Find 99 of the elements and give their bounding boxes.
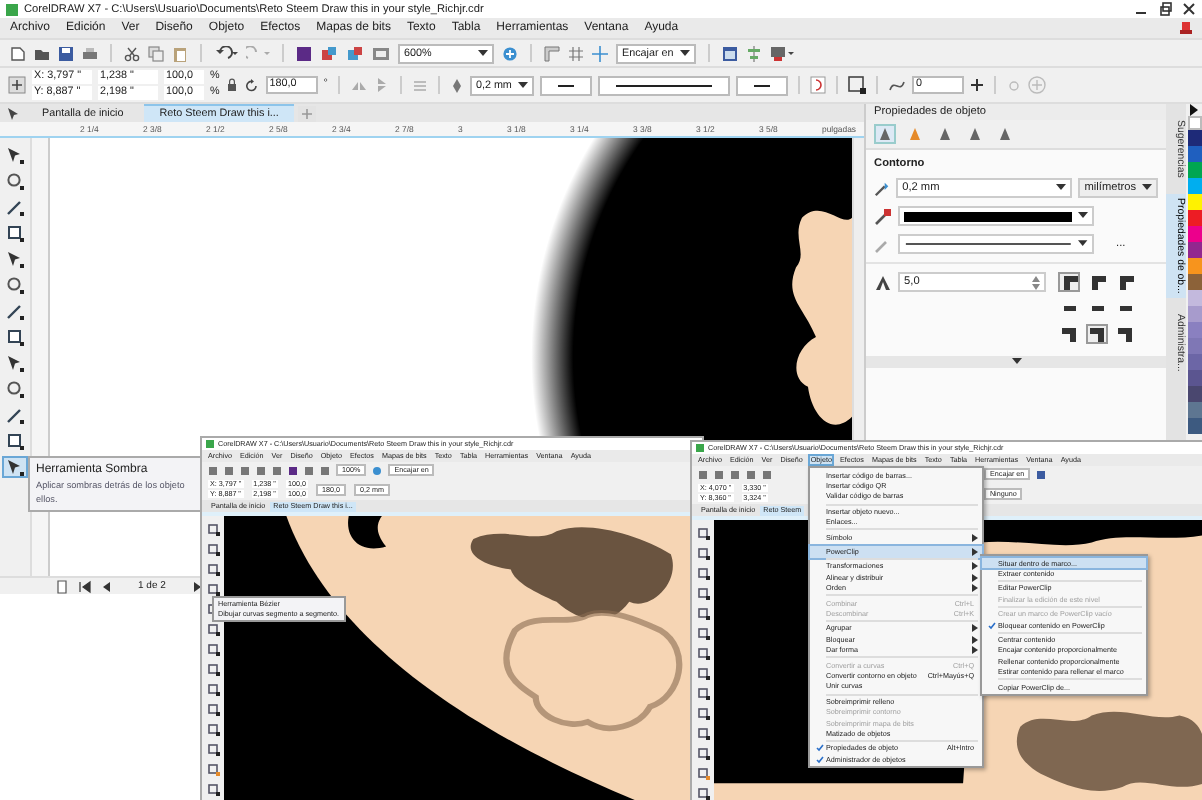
corner-style-button[interactable] (1058, 324, 1081, 344)
scissors-icon[interactable] (124, 45, 140, 61)
fullscreen-icon[interactable] (502, 45, 518, 61)
expand-caret-icon[interactable] (1011, 358, 1022, 366)
tool-button[interactable] (2, 248, 28, 270)
color-swatch[interactable] (1187, 258, 1202, 274)
outline-behind-icon[interactable] (809, 76, 826, 94)
solid-line-icon (613, 81, 714, 89)
line-style-dropdown[interactable] (898, 234, 1095, 254)
color-swatch[interactable] (1187, 130, 1202, 146)
scale-outline-icon[interactable] (847, 76, 866, 94)
color-swatch[interactable] (1187, 402, 1202, 418)
start-arrow-dropdown[interactable] (539, 75, 592, 95)
end-arrow-dropdown[interactable] (735, 75, 788, 95)
color-swatch[interactable] (1187, 370, 1202, 386)
curve-smooth-icon (887, 77, 906, 93)
color-swatch[interactable] (1187, 146, 1202, 162)
tool-button[interactable] (2, 430, 28, 452)
caret-icon (679, 49, 690, 57)
shadow-shape[interactable] (1016, 711, 1202, 791)
window-icon[interactable] (1036, 469, 1047, 479)
pin-icon[interactable] (1180, 21, 1192, 35)
caret-icon (1078, 212, 1089, 220)
line-style-icon (874, 235, 893, 253)
color-swatch[interactable] (1187, 338, 1202, 354)
printer-icon[interactable] (82, 45, 98, 61)
color-swatch[interactable] (1187, 194, 1202, 210)
color-swatch[interactable] (1187, 418, 1202, 434)
undo-icon[interactable] (214, 45, 238, 61)
palette-arrow-icon[interactable] (1188, 104, 1201, 116)
import-icon[interactable] (320, 45, 338, 61)
line-end-icon (751, 81, 772, 89)
window-icon[interactable] (721, 45, 738, 61)
restore-icon[interactable] (1158, 2, 1172, 16)
shadow-shape[interactable] (470, 527, 673, 620)
tool-button[interactable] (2, 144, 28, 166)
tool-button[interactable] (2, 274, 28, 296)
color-swatch[interactable] (1187, 274, 1202, 290)
color-swatch[interactable] (1187, 386, 1202, 402)
plus-icon[interactable] (969, 78, 984, 92)
close-icon[interactable] (1182, 2, 1196, 16)
folder-icon[interactable] (34, 45, 50, 61)
corner-style-button[interactable] (1114, 272, 1137, 292)
rulers-icon[interactable] (544, 45, 560, 61)
color-swatch[interactable] (1187, 354, 1202, 370)
caret-icon (1078, 240, 1089, 248)
position-icon[interactable] (8, 76, 26, 94)
first-page-icon[interactable] (78, 579, 92, 593)
color-swatch[interactable] (1187, 162, 1202, 178)
color-swatch[interactable] (1187, 226, 1202, 242)
corner-style-button[interactable] (1058, 272, 1081, 292)
tool-button[interactable] (2, 326, 28, 348)
color-swatch[interactable] (1187, 322, 1202, 338)
line-end-icon (555, 81, 576, 89)
app-logo-icon (6, 3, 18, 15)
corner-style-button[interactable] (1114, 324, 1137, 344)
lock-icon[interactable] (225, 78, 238, 92)
caret-icon (517, 81, 528, 89)
tool-button[interactable] (2, 222, 28, 244)
new-document-icon[interactable] (10, 45, 26, 61)
no-color-swatch[interactable] (1187, 116, 1202, 130)
rotate-icon (243, 77, 260, 93)
spinner-icon (1032, 275, 1041, 289)
outline-color-icon (874, 207, 893, 225)
tool-button[interactable] (2, 352, 28, 374)
tool-button[interactable] (2, 378, 28, 400)
tool-button[interactable] (2, 300, 28, 322)
miter-limit-icon (874, 273, 893, 291)
clipboard-icon[interactable] (172, 45, 188, 61)
caret-icon (1056, 184, 1067, 192)
color-swatch[interactable] (1187, 242, 1202, 258)
app-logo-icon (696, 444, 704, 452)
corner-style-button[interactable] (1086, 324, 1109, 344)
outline-color-picker[interactable] (898, 206, 1095, 226)
caret-icon (478, 49, 488, 57)
color-swatch[interactable] (1187, 178, 1202, 194)
publish-icon[interactable] (372, 45, 390, 61)
tool-button[interactable] (2, 404, 28, 426)
curved-notch-shape[interactable] (348, 516, 387, 549)
color-swatch[interactable] (1187, 210, 1202, 226)
tool-button[interactable] (2, 170, 28, 192)
line-style-dropdown[interactable] (597, 75, 730, 95)
color-swatch[interactable] (1187, 290, 1202, 306)
blob-shape[interactable] (792, 210, 853, 425)
solid-line-icon (904, 240, 1073, 248)
corner-style-button[interactable] (1086, 272, 1109, 292)
fullscreen-icon[interactable] (372, 465, 383, 475)
add-page-icon[interactable] (56, 579, 70, 593)
tool-button[interactable] (2, 196, 28, 218)
outline-pen-icon (449, 77, 464, 93)
app-logo-icon (206, 440, 214, 448)
options-icon[interactable] (769, 45, 794, 61)
plugin-icon[interactable] (296, 45, 312, 61)
export-icon[interactable] (346, 45, 364, 61)
caret-icon (1142, 184, 1153, 192)
tool-button[interactable] (2, 456, 28, 478)
check-icon (986, 621, 998, 630)
outline-width-icon (874, 179, 891, 197)
color-swatch[interactable] (1187, 306, 1202, 322)
